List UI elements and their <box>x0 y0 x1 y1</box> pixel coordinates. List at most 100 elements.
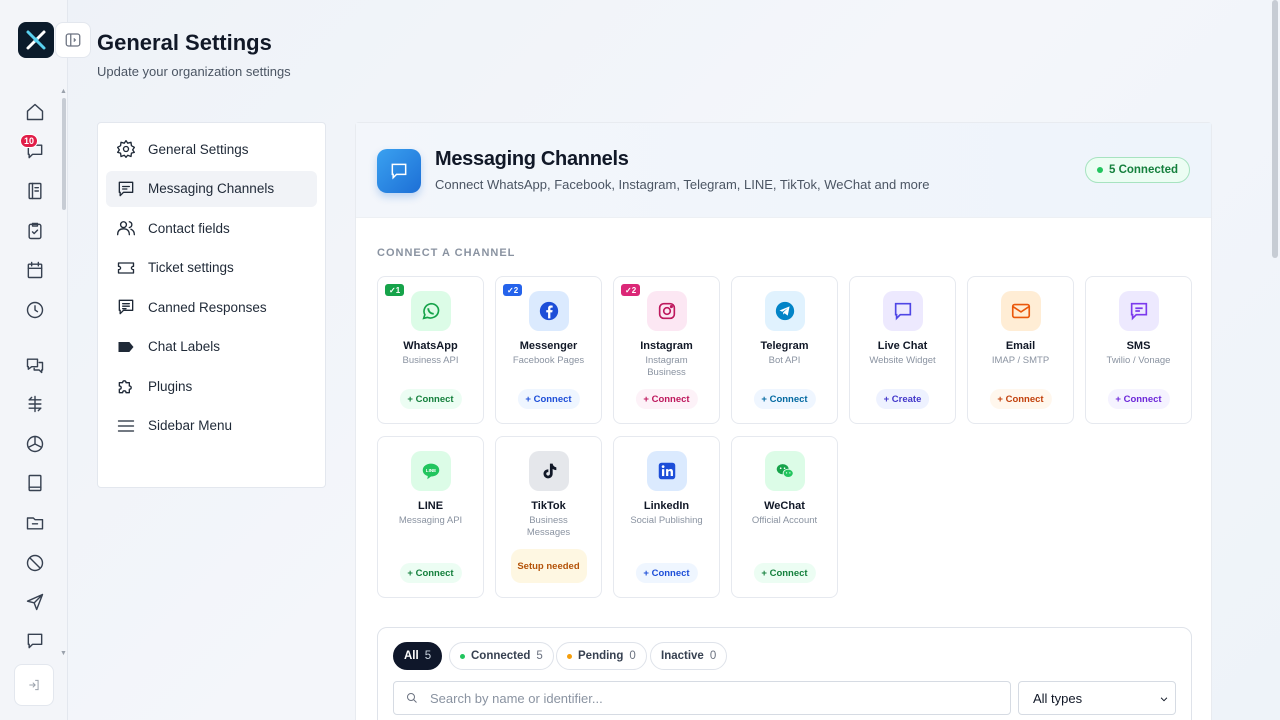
nav-item-label: Canned Responses <box>148 299 267 315</box>
cube-icon[interactable] <box>22 431 48 457</box>
filter-pill-inactive[interactable]: Inactive 0 <box>650 642 728 670</box>
nav-item-label: General Settings <box>148 141 249 157</box>
nav-item-canned-responses[interactable]: Canned Responses <box>106 289 317 325</box>
connect-button[interactable]: + Connect <box>1107 389 1170 409</box>
channel-name: Email <box>1005 340 1036 352</box>
channel-card-wechat[interactable]: WeChat Official Account + Connect <box>731 436 838 598</box>
filter-pill-connected[interactable]: Connected 5 <box>449 642 554 670</box>
svg-text:LINE: LINE <box>426 468 436 473</box>
pill-count: 5 <box>424 650 432 662</box>
connected-count-label: 5 Connected <box>1108 164 1178 176</box>
channel-subtitle: Bot API <box>768 355 801 366</box>
wechat-icon <box>765 451 805 491</box>
channel-name: Instagram <box>640 340 693 352</box>
nav-item-plugins[interactable]: Plugins <box>106 368 317 404</box>
channel-name: WhatsApp <box>403 340 458 352</box>
connect-button[interactable]: + Connect <box>399 563 462 583</box>
connect-button[interactable]: + Connect <box>753 563 816 583</box>
puzzle-icon <box>118 380 132 394</box>
channel-search-input[interactable]: Search by name or identifier... <box>393 681 1011 715</box>
folder-icon[interactable] <box>22 510 48 536</box>
channel-card-telegram[interactable]: Telegram Bot API + Connect <box>731 276 838 424</box>
clock-icon[interactable] <box>22 297 48 323</box>
message-square-icon <box>118 181 134 196</box>
connect-button[interactable]: + Connect <box>753 389 816 409</box>
pill-label: Pending <box>578 650 624 662</box>
pill-label: Connected <box>471 650 531 662</box>
nav-item-label: Sidebar Menu <box>148 418 233 433</box>
nav-item-label: Ticket settings <box>148 260 234 275</box>
scroll-down-icon[interactable]: ▼ <box>60 650 67 657</box>
app-logo[interactable] <box>18 22 54 58</box>
channel-card-messenger[interactable]: ✓2 Messenger Facebook Pages + Connect <box>495 276 602 424</box>
logout-button[interactable] <box>14 664 54 706</box>
connect-button[interactable]: + Connect <box>635 389 698 409</box>
channel-card-linkedin[interactable]: LinkedIn Social Publishing + Connect <box>613 436 720 598</box>
mail-icon <box>1001 291 1041 331</box>
section-label: CONNECT A CHANNEL <box>377 247 516 259</box>
scroll-up-icon[interactable]: ▲ <box>60 88 67 95</box>
panel-subtitle: Connect WhatsApp, Facebook, Instagram, T… <box>435 177 930 192</box>
clipboard-check-icon[interactable] <box>22 218 48 244</box>
nav-item-messaging-channels[interactable]: Messaging Channels <box>106 170 317 207</box>
rail-scrollbar[interactable] <box>62 98 66 210</box>
nav-item-chat-labels[interactable]: Chat Labels <box>106 329 317 365</box>
channel-card-email[interactable]: Email IMAP / SMTP + Connect <box>967 276 1074 424</box>
menu-icon <box>117 419 135 432</box>
status-dot-icon <box>1096 167 1103 173</box>
ban-icon[interactable] <box>22 550 48 576</box>
channel-name: WeChat <box>764 500 805 512</box>
book-icon[interactable] <box>22 178 48 204</box>
channel-subtitle: Business API <box>402 355 459 366</box>
sidebar-toggle-icon <box>65 33 81 47</box>
channel-card-whatsapp[interactable]: ✓1 WhatsApp Business API + Connect <box>377 276 484 424</box>
channel-subtitle: Instagram Business <box>645 355 688 378</box>
search-placeholder: Search by name or identifier... <box>430 690 603 706</box>
book-open-icon[interactable] <box>22 470 48 496</box>
sms-icon <box>1119 291 1159 331</box>
connect-button[interactable]: + Connect <box>399 389 462 409</box>
nav-item-contact-fields[interactable]: Contact fields <box>106 210 317 246</box>
pill-count: 5 <box>536 650 543 662</box>
channel-card-tiktok[interactable]: TikTok Business Messages Setup needed <box>495 436 602 598</box>
channel-subtitle: Facebook Pages <box>512 355 585 366</box>
left-rail: ▲ ▼ 10 <box>0 0 68 720</box>
tiktok-icon <box>529 451 569 491</box>
channel-card-line[interactable]: LINE LINE Messaging API + Connect <box>377 436 484 598</box>
calendar-icon[interactable] <box>22 257 48 283</box>
connect-button[interactable]: + Connect <box>989 389 1052 409</box>
nav-item-ticket-settings[interactable]: Ticket settings <box>106 250 317 286</box>
message-icon[interactable] <box>22 628 48 654</box>
connect-button[interactable]: + Connect <box>517 389 580 409</box>
channel-type-select[interactable]: All types <box>1018 681 1176 715</box>
channel-subtitle: Messaging API <box>398 515 463 526</box>
channel-card-instagram[interactable]: ✓2 Instagram Instagram Business + Connec… <box>613 276 720 424</box>
setup-needed-button[interactable]: Setup needed <box>510 549 587 583</box>
sidebar-toggle-button[interactable] <box>55 22 91 58</box>
send-icon[interactable] <box>22 589 48 615</box>
nav-item-sidebar-menu[interactable]: Sidebar Menu <box>106 408 317 444</box>
nav-item-label: Plugins <box>148 378 193 394</box>
nav-item-general-settings[interactable]: General Settings <box>106 131 317 167</box>
inbox-icon[interactable]: 10 <box>20 134 48 164</box>
home-icon[interactable] <box>22 99 48 125</box>
channel-filter-box: All 5 Connected 5 Pending 0 Inactive 0 S… <box>377 627 1192 720</box>
telegram-icon <box>765 291 805 331</box>
channel-name: Telegram <box>760 340 809 352</box>
filter-pill-pending[interactable]: Pending 0 <box>556 642 647 670</box>
page-scrollbar[interactable] <box>1272 0 1278 258</box>
connected-count-badge: ✓1 <box>385 284 405 296</box>
nav-item-label: Contact fields <box>148 220 230 236</box>
channel-subtitle: Official Account <box>751 515 818 526</box>
channel-card-live-chat[interactable]: Live Chat Website Widget + Create <box>849 276 956 424</box>
chat-bubbles-icon[interactable] <box>22 352 48 378</box>
connected-count-badge: ✓2 <box>503 284 523 296</box>
filter-pill-all[interactable]: All 5 <box>393 642 443 670</box>
pill-label: Inactive <box>661 650 704 662</box>
gear-icon <box>117 140 135 158</box>
channel-card-sms[interactable]: SMS Twilio / Vonage + Connect <box>1085 276 1192 424</box>
message-text-icon <box>118 299 134 315</box>
create-button[interactable]: + Create <box>875 389 930 409</box>
connect-button[interactable]: + Connect <box>635 563 698 583</box>
flow-icon[interactable] <box>22 391 48 417</box>
